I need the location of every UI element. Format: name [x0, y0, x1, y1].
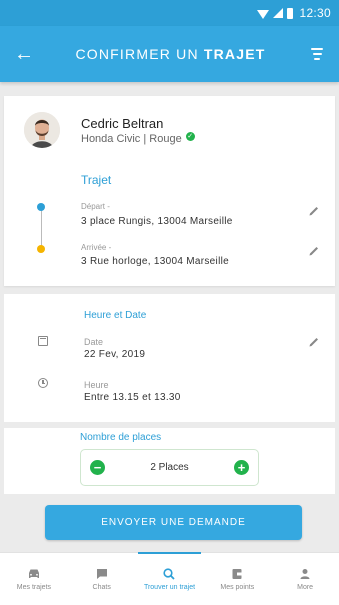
route-line — [41, 207, 42, 250]
nav-label: More — [297, 583, 314, 591]
signal-icon — [273, 8, 284, 18]
chat-icon — [95, 568, 109, 580]
filter-button[interactable] — [295, 26, 339, 82]
status-bar: 12:30 — [0, 0, 339, 26]
edit-arrival-button[interactable] — [307, 244, 321, 258]
places-section-title: Nombre de places — [80, 432, 162, 443]
schedule-card: Heure et Date Date 22 Fev, 2019 Heure En… — [4, 294, 335, 422]
pencil-icon — [309, 247, 318, 256]
places-card: Nombre de places − 2 Places + — [4, 428, 335, 494]
places-count: 2 Places — [150, 462, 189, 473]
wallet-icon — [230, 568, 244, 580]
page-title-prefix: CONFIRMER UN — [75, 46, 199, 62]
send-request-button[interactable]: ENVOYER UNE DEMANDE — [45, 505, 302, 540]
status-time: 12:30 — [299, 6, 331, 20]
page-title: CONFIRMER UN TRAJET — [46, 46, 295, 62]
bottom-nav: Mes trajets Chats Trouver un trajet Mes … — [0, 552, 339, 605]
nav-label: Mes points — [220, 583, 255, 591]
car-info: Honda Civic | Rouge ✓ — [81, 131, 195, 145]
page-title-strong: TRAJET — [203, 46, 266, 62]
increase-places-button[interactable]: + — [233, 460, 249, 475]
plus-icon: + — [237, 460, 246, 475]
avatar — [24, 112, 60, 148]
nav-label: Mes trajets — [16, 583, 52, 591]
nav-label: Trouver un trajet — [143, 583, 196, 591]
nav-item-more[interactable]: More — [271, 553, 339, 605]
clock-icon — [38, 378, 48, 388]
places-stepper: − 2 Places + — [80, 449, 259, 486]
verified-check-icon: ✓ — [185, 131, 195, 141]
nav-item-chats[interactable]: Chats — [68, 553, 136, 605]
departure-dot-icon — [37, 203, 45, 211]
nav-item-mes-points[interactable]: Mes points — [203, 553, 271, 605]
search-icon — [162, 567, 176, 580]
pencil-icon — [309, 338, 318, 347]
time-label: Heure — [84, 380, 109, 390]
car-description: Honda Civic | Rouge — [81, 133, 182, 145]
decrease-places-button[interactable]: − — [90, 460, 105, 475]
person-icon — [298, 568, 312, 580]
nav-label: Chats — [92, 583, 111, 591]
arrival-label: Arrivée - — [81, 243, 112, 252]
driver-name: Cedric Beltran — [81, 116, 164, 131]
edit-date-button[interactable] — [307, 335, 321, 349]
back-button[interactable]: ← — [2, 26, 46, 82]
arrival-address: 3 Rue horloge, 13004 Marseille — [81, 256, 229, 267]
battery-icon — [287, 7, 294, 19]
app-bar: ← CONFIRMER UN TRAJET — [0, 26, 339, 82]
departure-label: Départ - — [81, 202, 110, 211]
filter-icon — [311, 48, 323, 50]
trip-section-title: Trajet — [81, 173, 112, 187]
car-icon — [27, 568, 41, 580]
departure-address: 3 place Rungis, 13004 Marseille — [81, 216, 233, 227]
pencil-icon — [309, 207, 318, 216]
minus-icon: − — [93, 460, 102, 475]
date-label: Date — [84, 337, 104, 347]
edit-departure-button[interactable] — [307, 204, 321, 218]
time-value: Entre 13.15 et 13.30 — [84, 392, 181, 403]
calendar-icon — [38, 336, 48, 346]
arrow-left-icon: ← — [14, 42, 34, 65]
wifi-icon — [257, 9, 270, 19]
date-value: 22 Fev, 2019 — [84, 349, 146, 360]
nav-item-mes-trajets[interactable]: Mes trajets — [0, 553, 68, 605]
nav-item-trouver-un-trajet[interactable]: Trouver un trajet — [136, 552, 204, 605]
trip-card: Cedric Beltran Honda Civic | Rouge ✓ Tra… — [4, 96, 335, 286]
arrival-dot-icon — [37, 245, 45, 253]
schedule-section-title: Heure et Date — [84, 310, 147, 321]
